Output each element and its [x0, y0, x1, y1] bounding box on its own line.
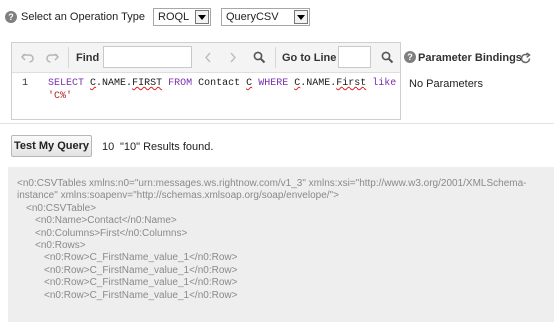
parameter-bindings-title: Parameter Bindings — [418, 52, 522, 64]
line-number: 1 — [22, 78, 29, 89]
result-count: 10 — [102, 141, 115, 153]
code-object: Contact — [198, 78, 241, 89]
section-divider — [0, 123, 554, 124]
xml-line: <n0:Row>C_FirstName_value_1</n0:Row> — [44, 289, 238, 301]
code-string: 'C%' — [48, 91, 73, 102]
search-icon[interactable] — [381, 51, 394, 64]
help-icon[interactable]: ? — [5, 11, 17, 23]
code-field: .NAME. — [300, 78, 337, 89]
chevron-left-icon[interactable] — [204, 52, 212, 63]
xml-line: <n0:Row>C_FirstName_value_1</n0:Row> — [44, 277, 238, 289]
no-parameters-text: No Parameters — [409, 78, 483, 90]
xml-line: <n0:Columns>First</n0:Columns> — [35, 227, 188, 239]
xml-line: <n0:Rows> — [35, 240, 86, 252]
code-keyword: WHERE — [258, 78, 289, 89]
operation-type-value: ROQL — [158, 11, 190, 23]
code-keyword: FROM — [168, 78, 193, 89]
results-panel[interactable]: <n0:CSVTables xmlns:n0="urn:messages.ws.… — [8, 167, 554, 322]
chevron-down-icon — [195, 10, 209, 24]
operation-mode-select[interactable]: QueryCSV — [221, 8, 310, 26]
goto-line-input[interactable] — [338, 46, 371, 68]
search-icon[interactable] — [253, 51, 266, 64]
results-found-text: "10" Results found. — [120, 141, 214, 153]
toolbar-divider — [68, 47, 69, 68]
chevron-down-icon — [294, 10, 308, 24]
editor-toolbar: Find Go to Line — [12, 43, 400, 73]
code-field: FIRST — [132, 78, 163, 89]
code-field: First — [336, 78, 367, 89]
refresh-icon[interactable] — [519, 52, 532, 65]
undo-icon[interactable] — [21, 51, 35, 64]
operation-mode-value: QueryCSV — [226, 11, 279, 23]
test-query-button[interactable]: Test My Query — [11, 135, 92, 157]
xml-line: <n0:Row>C_FirstName_value_1</n0:Row> — [44, 252, 238, 264]
find-input[interactable] — [103, 46, 192, 68]
xml-line: <n0:Row>C_FirstName_value_1</n0:Row> — [44, 264, 238, 276]
chevron-right-icon[interactable] — [229, 52, 237, 63]
find-label: Find — [76, 52, 100, 64]
redo-icon[interactable] — [45, 51, 59, 64]
xml-line: <n0:CSVTables xmlns:n0="urn:messages.ws.… — [17, 178, 527, 189]
operation-type-select[interactable]: ROQL — [153, 8, 211, 26]
help-icon[interactable]: ? — [404, 51, 416, 63]
toolbar-divider — [275, 47, 276, 68]
xml-line: instance" xmlns:soapenv="http://schemas.… — [17, 190, 339, 202]
operation-type-label: Select an Operation Type — [21, 11, 145, 23]
goto-line-label: Go to Line — [282, 52, 337, 64]
code-keyword: like — [372, 78, 397, 89]
xml-line: <n0:CSVTable> — [26, 202, 97, 214]
code-keyword: SELECT — [48, 78, 85, 89]
xml-output: <n0:CSVTables xmlns:n0="urn:messages.ws.… — [17, 178, 549, 302]
xml-line: <n0:Name>Contact</n0:Name> — [35, 215, 177, 227]
code-alias: C — [246, 78, 253, 89]
query-editor[interactable]: Find Go to Line 1 SELECT C.NAME.FIRST FR… — [11, 42, 401, 120]
code-field: .NAME. — [96, 78, 133, 89]
query-code[interactable]: SELECT C.NAME.FIRST FROM Contact C WHERE… — [48, 77, 398, 103]
